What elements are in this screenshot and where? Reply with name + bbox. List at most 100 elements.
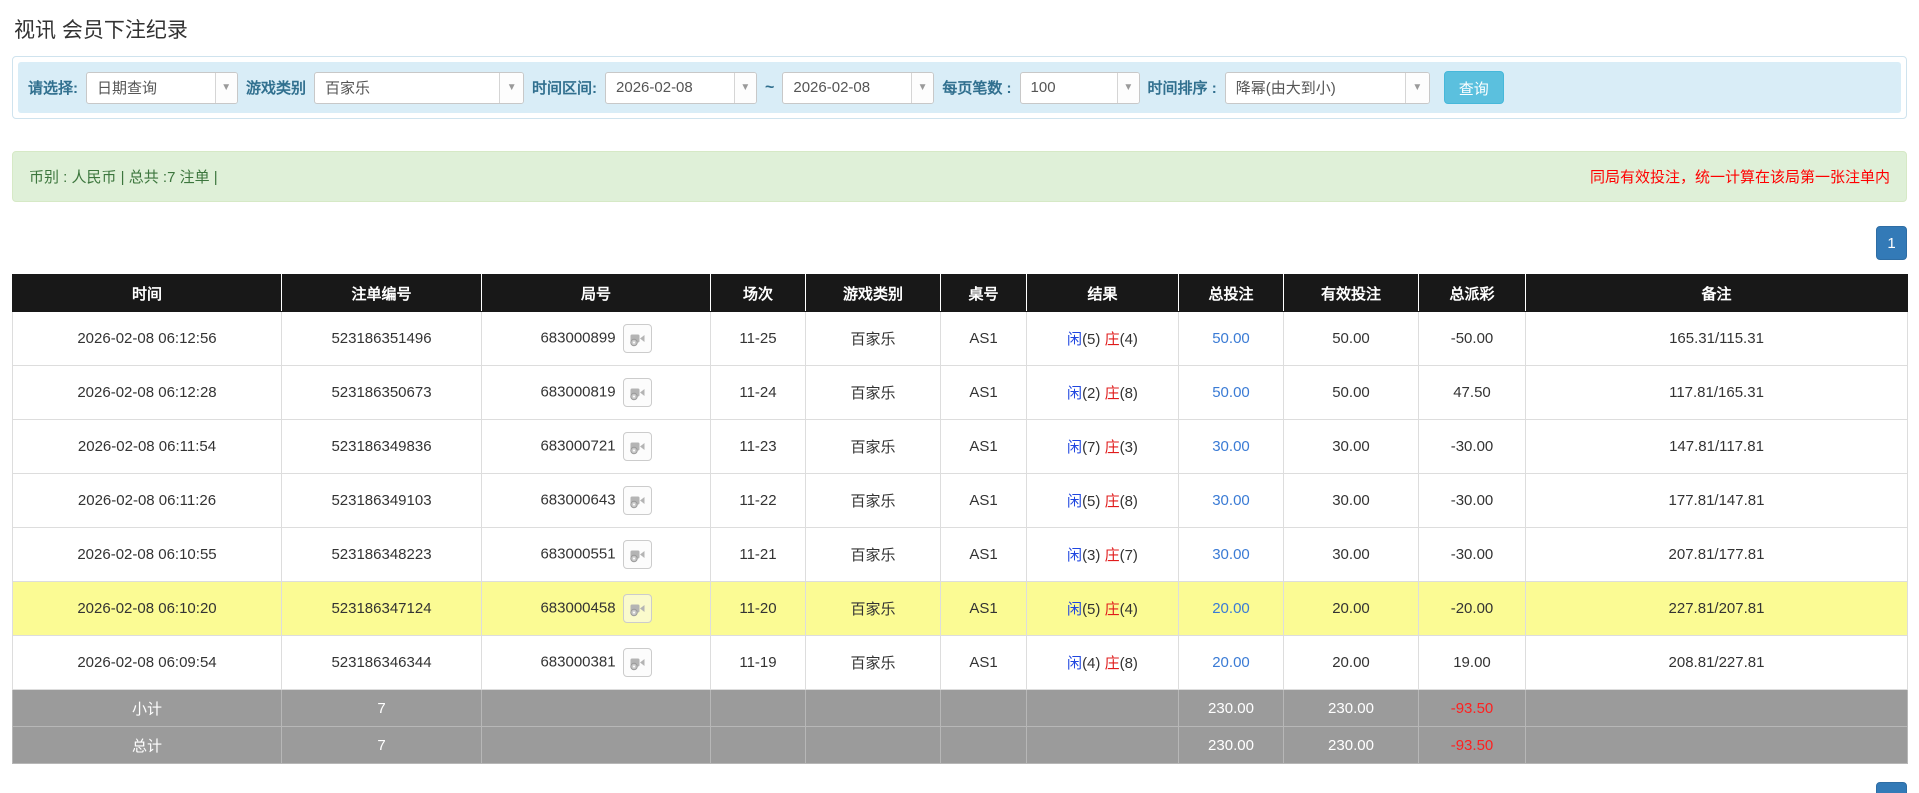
result-banker-label: 庄 <box>1105 331 1120 348</box>
cell-session: 11-20 <box>711 582 806 636</box>
cell-total-bet: 50.00 <box>1179 366 1284 420</box>
video-replay-button[interactable] <box>623 378 652 407</box>
search-button[interactable]: 查询 <box>1444 71 1504 104</box>
cell-total-bet: 20.00 <box>1179 582 1284 636</box>
video-icon <box>629 600 646 617</box>
footer-count: 7 <box>282 690 482 727</box>
game-type-value[interactable] <box>315 73 499 103</box>
cell-total-bet: 50.00 <box>1179 312 1284 366</box>
total-bet-amount: 50.00 <box>1212 330 1250 347</box>
video-icon <box>629 384 646 401</box>
cell-round-id: 683000458 <box>482 582 711 636</box>
date-from-select[interactable]: ▼ <box>605 72 757 104</box>
page-button-1[interactable]: 1 <box>1876 226 1907 260</box>
video-replay-button[interactable] <box>623 486 652 515</box>
video-icon <box>629 330 646 347</box>
column-header-0: 时间 <box>13 275 282 312</box>
pagination-bottom: 1 <box>12 782 1907 793</box>
chevron-down-icon[interactable]: ▼ <box>499 73 523 103</box>
total-bet-amount: 30.00 <box>1212 438 1250 455</box>
date-to-select[interactable]: ▼ <box>782 72 934 104</box>
round-id-text: 683000819 <box>540 383 615 400</box>
cell-time: 2026-02-08 06:10:20 <box>13 582 282 636</box>
result-banker-label: 庄 <box>1105 547 1120 564</box>
page-size-label: 每页笔数 : <box>942 77 1011 98</box>
cell-game-type: 百家乐 <box>806 420 941 474</box>
result-player-label: 闲 <box>1067 655 1082 672</box>
cell-bet-id: 523186350673 <box>282 366 482 420</box>
cell-valid-bet: 30.00 <box>1284 528 1419 582</box>
filter-bar: 请选择: ▼ 游戏类别 ▼ 时间区间: ▼ ~ ▼ 每页笔数 : <box>18 62 1901 113</box>
cell-game-type: 百家乐 <box>806 312 941 366</box>
footer-empty <box>1526 690 1908 727</box>
cell-valid-bet: 30.00 <box>1284 474 1419 528</box>
video-replay-button[interactable] <box>623 594 652 623</box>
cell-session: 11-19 <box>711 636 806 690</box>
query-type-select[interactable]: ▼ <box>86 72 238 104</box>
round-id-text: 683000721 <box>540 437 615 454</box>
video-replay-button[interactable] <box>623 432 652 461</box>
chevron-down-icon[interactable]: ▼ <box>734 73 757 103</box>
cell-round-id: 683000551 <box>482 528 711 582</box>
sort-order-value[interactable] <box>1226 73 1405 103</box>
result-banker-count: (8) <box>1120 655 1138 672</box>
query-type-value[interactable] <box>87 73 215 103</box>
footer-total-bet: 230.00 <box>1179 690 1284 727</box>
cell-payout: -20.00 <box>1419 582 1526 636</box>
page-size-value[interactable] <box>1021 73 1118 103</box>
cell-total-bet: 20.00 <box>1179 636 1284 690</box>
round-id-text: 683000381 <box>540 653 615 670</box>
cell-time: 2026-02-08 06:12:28 <box>13 366 282 420</box>
footer-empty <box>711 690 806 727</box>
footer-payout: -93.50 <box>1419 727 1526 764</box>
result-player-label: 闲 <box>1067 601 1082 618</box>
page-button-1[interactable]: 1 <box>1876 782 1907 793</box>
table-footer-row: 小计7230.00230.00-93.50 <box>13 690 1908 727</box>
column-header-7: 总投注 <box>1179 275 1284 312</box>
game-type-select[interactable]: ▼ <box>314 72 524 104</box>
cell-total-bet: 30.00 <box>1179 420 1284 474</box>
total-bet-amount: 50.00 <box>1212 384 1250 401</box>
result-player-label: 闲 <box>1067 439 1082 456</box>
cell-table-no: AS1 <box>941 582 1027 636</box>
cell-remark: 208.81/227.81 <box>1526 636 1908 690</box>
date-to-value[interactable] <box>783 73 911 103</box>
cell-bet-id: 523186346344 <box>282 636 482 690</box>
chevron-down-icon[interactable]: ▼ <box>911 73 934 103</box>
cell-session: 11-24 <box>711 366 806 420</box>
video-icon <box>629 654 646 671</box>
footer-empty <box>482 690 711 727</box>
video-icon <box>629 546 646 563</box>
page-root: 视讯 会员下注纪录 请选择: ▼ 游戏类别 ▼ 时间区间: ▼ ~ ▼ <box>0 0 1919 793</box>
video-replay-button[interactable] <box>623 540 652 569</box>
column-header-3: 场次 <box>711 275 806 312</box>
table-header-row: 时间注单编号局号场次游戏类别桌号结果总投注有效投注总派彩备注 <box>13 275 1908 312</box>
result-banker-label: 庄 <box>1105 439 1120 456</box>
select-type-label: 请选择: <box>28 77 78 98</box>
chevron-down-icon[interactable]: ▼ <box>215 73 238 103</box>
round-id-text: 683000458 <box>540 599 615 616</box>
video-replay-button[interactable] <box>623 648 652 677</box>
result-player-label: 闲 <box>1067 493 1082 510</box>
result-player-count: (4) <box>1082 655 1100 672</box>
cell-total-bet: 30.00 <box>1179 528 1284 582</box>
video-replay-button[interactable] <box>623 324 652 353</box>
footer-total-bet: 230.00 <box>1179 727 1284 764</box>
cell-table-no: AS1 <box>941 420 1027 474</box>
column-header-1: 注单编号 <box>282 275 482 312</box>
cell-round-id: 683000819 <box>482 366 711 420</box>
cell-payout: 19.00 <box>1419 636 1526 690</box>
sort-order-select[interactable]: ▼ <box>1225 72 1430 104</box>
cell-valid-bet: 50.00 <box>1284 366 1419 420</box>
cell-table-no: AS1 <box>941 366 1027 420</box>
cell-game-type: 百家乐 <box>806 528 941 582</box>
chevron-down-icon[interactable]: ▼ <box>1405 73 1429 103</box>
date-from-value[interactable] <box>606 73 734 103</box>
chevron-down-icon[interactable]: ▼ <box>1117 73 1138 103</box>
cell-valid-bet: 20.00 <box>1284 582 1419 636</box>
page-size-select[interactable]: ▼ <box>1020 72 1140 104</box>
table-row: 2026-02-08 06:11:54523186349836683000721… <box>13 420 1908 474</box>
column-header-10: 备注 <box>1526 275 1908 312</box>
total-bet-amount: 20.00 <box>1212 600 1250 617</box>
cell-remark: 165.31/115.31 <box>1526 312 1908 366</box>
